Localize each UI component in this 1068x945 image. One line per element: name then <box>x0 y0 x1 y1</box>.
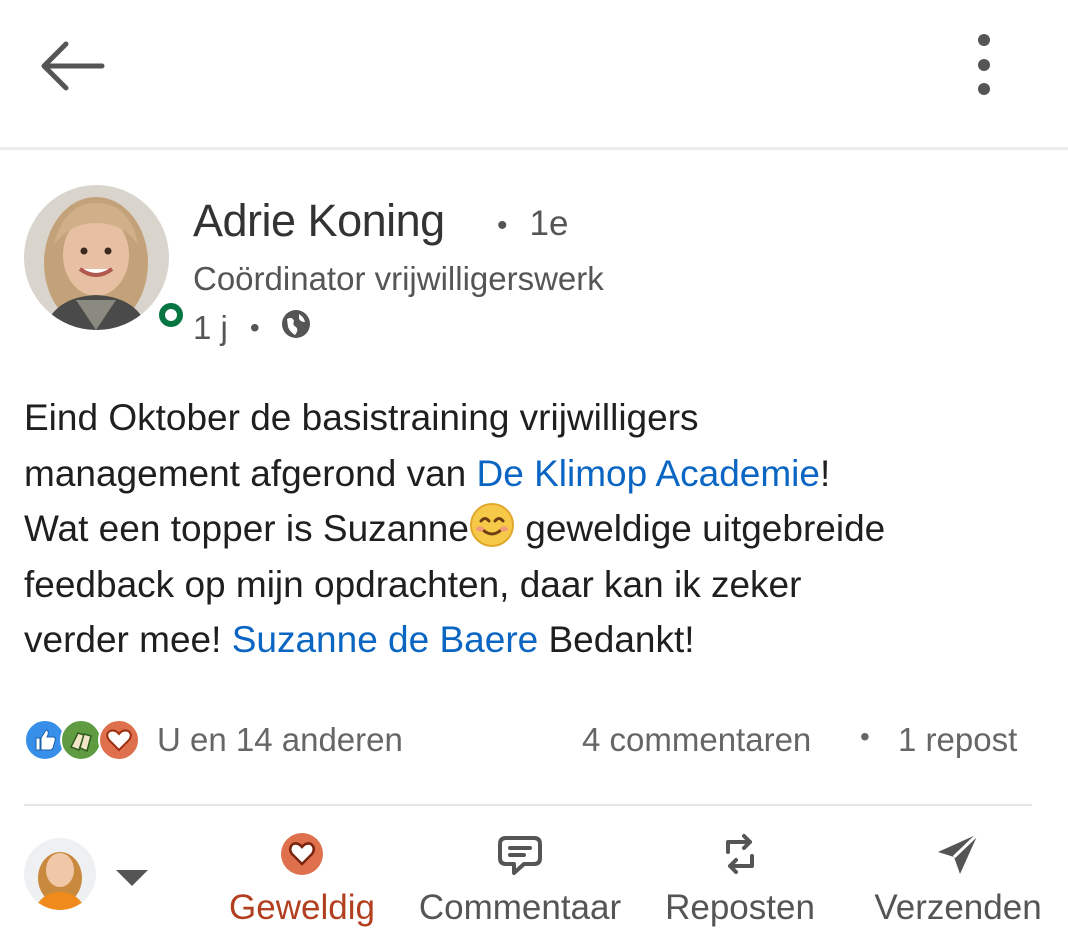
post-text-segment: geweldige uitgebreide <box>514 508 886 549</box>
connection-degree: • 1e <box>497 204 569 243</box>
company-mention-link[interactable]: De Klimop Academie <box>477 453 820 494</box>
post-text-line: Wat een topper is Suzanne geweldige uitg… <box>24 501 1054 557</box>
reactions-count[interactable]: U en 14 anderen <box>157 721 403 759</box>
post-text-line: verder mee! Suzanne de Baere Bedankt! <box>24 612 1054 668</box>
online-status-indicator <box>154 298 188 332</box>
post-meta: 1 j • <box>193 308 312 348</box>
author-headline: Coördinator vrijwilligerswerk <box>193 260 604 297</box>
post-text-segment: management afgerond van <box>24 452 477 494</box>
repost-icon <box>658 830 822 878</box>
post-text-line: feedback op mijn opdrachten, daar kan ik… <box>24 563 802 605</box>
back-arrow-icon[interactable] <box>36 36 106 96</box>
author-avatar[interactable] <box>24 185 188 332</box>
top-bar <box>0 0 1068 150</box>
post-text: Eind Oktober de basistraining vrijwillig… <box>24 390 1054 668</box>
more-options-icon[interactable] <box>964 30 1004 100</box>
love-icon <box>98 719 140 761</box>
post-text-line: Eind Oktober de basistraining vrijwillig… <box>24 397 699 438</box>
stats-separator: • <box>860 721 870 752</box>
post-text-segment: ! <box>819 452 831 494</box>
actor-avatar[interactable] <box>24 838 96 910</box>
person-mention-link[interactable]: Suzanne de Baere <box>232 619 539 660</box>
smiling-face-emoji-icon <box>469 502 515 548</box>
like-button[interactable]: Geweldig <box>222 830 382 940</box>
post-text-segment: Wat een topper is Suzanne <box>24 508 469 549</box>
send-button[interactable]: Verzenden <box>866 830 1050 940</box>
divider <box>24 804 1032 806</box>
repost-button-label: Reposten <box>665 888 815 927</box>
comments-count[interactable]: 4 commentaren <box>582 721 811 759</box>
heart-icon <box>222 830 382 878</box>
social-counts: U en 14 anderen 4 commentaren • 1 repost <box>24 716 1034 766</box>
globe-icon <box>280 308 312 348</box>
post-text-segment: Bedankt! <box>538 619 695 660</box>
comment-icon <box>410 830 630 878</box>
send-icon <box>866 830 1050 878</box>
connection-degree-label: 1e <box>529 204 569 243</box>
author-name[interactable]: Adrie Koning <box>193 195 445 247</box>
chevron-down-icon[interactable] <box>114 866 150 890</box>
author-photo[interactable] <box>24 185 169 330</box>
post-text-segment: verder mee! <box>24 619 232 660</box>
like-button-label: Geweldig <box>229 888 375 927</box>
repost-button[interactable]: Reposten <box>658 830 822 940</box>
post-text-line: management afgerond van De Klimop Academ… <box>24 446 1054 502</box>
comment-button[interactable]: Commentaar <box>410 830 630 940</box>
reaction-icons[interactable] <box>24 719 144 763</box>
post-time: 1 j <box>193 309 228 346</box>
reposts-count[interactable]: 1 repost <box>898 721 1017 759</box>
post-header: Adrie Koning • 1e Coördinator vrijwillige… <box>0 180 1068 350</box>
comment-button-label: Commentaar <box>418 888 622 927</box>
send-button-label: Verzenden <box>874 888 1042 927</box>
celebrate-icon <box>60 719 102 761</box>
action-bar: Geweldig Commentaar Reposten Verzenden <box>0 820 1068 945</box>
